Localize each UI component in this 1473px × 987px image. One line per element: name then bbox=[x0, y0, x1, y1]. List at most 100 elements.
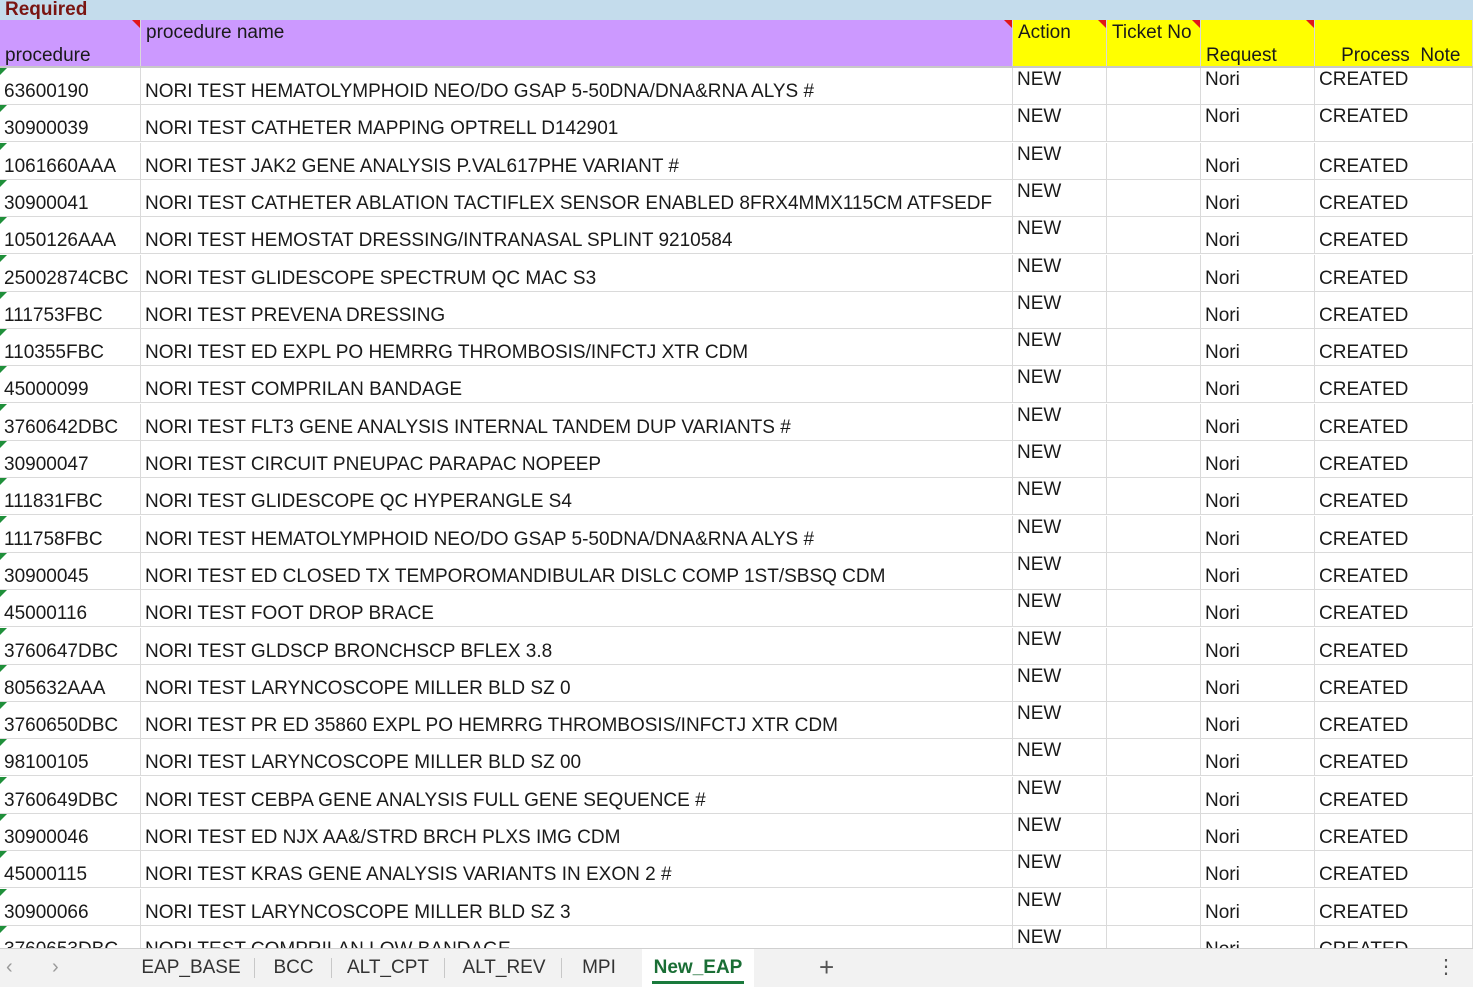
more-options-icon[interactable]: ⋮ bbox=[1436, 957, 1456, 977]
chevron-right-icon[interactable]: › bbox=[52, 957, 59, 977]
cell-name[interactable]: NORI TEST HEMATOLYMPHOID NEO/DO GSAP 5-5… bbox=[141, 516, 1013, 553]
cell-name[interactable]: NORI TEST KRAS GENE ANALYSIS VARIANTS IN… bbox=[141, 851, 1013, 888]
cell-id[interactable]: 30900066 bbox=[0, 889, 141, 926]
header-action[interactable]: Action bbox=[1013, 20, 1107, 67]
tab-eap-base[interactable]: EAP_BASE bbox=[128, 949, 254, 987]
cell-note[interactable]: CREATED bbox=[1315, 217, 1473, 254]
cell-action[interactable]: NEW bbox=[1013, 404, 1107, 441]
tab-new-eap[interactable]: New_EAP bbox=[642, 949, 754, 987]
cell-note[interactable]: CREATED bbox=[1315, 366, 1473, 403]
cell-user[interactable]: Nori bbox=[1201, 739, 1315, 776]
cell-id[interactable]: 1050126AAA bbox=[0, 217, 141, 254]
cell-id[interactable]: 63600190 bbox=[0, 68, 141, 105]
cell-action[interactable]: NEW bbox=[1013, 366, 1107, 403]
header-procedure-master[interactable]: procedure master # bbox=[0, 20, 141, 67]
cell-name[interactable]: NORI TEST HEMOSTAT DRESSING/INTRANASAL S… bbox=[141, 217, 1013, 254]
spreadsheet-grid[interactable]: Required procedure master # procedure na… bbox=[0, 0, 1473, 948]
cell-name[interactable]: NORI TEST COMPRILAN BANDAGE bbox=[141, 366, 1013, 403]
cell-note[interactable]: CREATED bbox=[1315, 292, 1473, 329]
cell-action[interactable]: NEW bbox=[1013, 814, 1107, 851]
cell-id[interactable]: 111758FBC bbox=[0, 516, 141, 553]
cell-note[interactable]: CREATED bbox=[1315, 553, 1473, 590]
cell-user[interactable]: Nori bbox=[1201, 329, 1315, 366]
cell-name[interactable]: NORI TEST CATHETER ABLATION TACTIFLEX SE… bbox=[141, 180, 1013, 217]
cell-name[interactable]: NORI TEST LARYNCOSCOPE MILLER BLD SZ 0 bbox=[141, 665, 1013, 702]
tab-bcc[interactable]: BCC bbox=[256, 949, 331, 987]
cell-ticket[interactable] bbox=[1107, 366, 1201, 403]
cell-note[interactable]: CREATED bbox=[1315, 739, 1473, 776]
cell-user[interactable]: Nori bbox=[1201, 628, 1315, 665]
cell-id[interactable]: 30900047 bbox=[0, 441, 141, 478]
cell-id[interactable]: 30900046 bbox=[0, 814, 141, 851]
cell-ticket[interactable] bbox=[1107, 777, 1201, 814]
cell-id[interactable]: 1061660AAA bbox=[0, 143, 141, 180]
cell-name[interactable]: NORI TEST LARYNCOSCOPE MILLER BLD SZ 00 bbox=[141, 739, 1013, 776]
cell-ticket[interactable] bbox=[1107, 516, 1201, 553]
cell-note[interactable]: CREATED bbox=[1315, 590, 1473, 627]
tab-alt-cpt[interactable]: ALT_CPT bbox=[332, 949, 444, 987]
cell-action[interactable]: NEW bbox=[1013, 628, 1107, 665]
cell-id[interactable]: 110355FBC bbox=[0, 329, 141, 366]
cell-name[interactable]: NORI TEST COMPRILAN LOW BANDAGE bbox=[141, 926, 1013, 948]
cell-note[interactable]: CREATED bbox=[1315, 889, 1473, 926]
cell-ticket[interactable] bbox=[1107, 478, 1201, 515]
cell-name[interactable]: NORI TEST ED NJX AA&/STRD BRCH PLXS IMG … bbox=[141, 814, 1013, 851]
cell-name[interactable]: NORI TEST ED EXPL PO HEMRRG THROMBOSIS/I… bbox=[141, 329, 1013, 366]
cell-user[interactable]: Nori bbox=[1201, 68, 1315, 105]
cell-id[interactable]: 3760642DBC bbox=[0, 404, 141, 441]
cell-action[interactable]: NEW bbox=[1013, 777, 1107, 814]
cell-id[interactable]: 30900041 bbox=[0, 180, 141, 217]
cell-action[interactable]: NEW bbox=[1013, 926, 1107, 948]
header-request-user[interactable]: Request User bbox=[1201, 20, 1315, 67]
cell-id[interactable]: 30900045 bbox=[0, 553, 141, 590]
cell-ticket[interactable] bbox=[1107, 143, 1201, 180]
cell-ticket[interactable] bbox=[1107, 665, 1201, 702]
cell-ticket[interactable] bbox=[1107, 851, 1201, 888]
cell-note[interactable]: CREATED bbox=[1315, 516, 1473, 553]
cell-action[interactable]: NEW bbox=[1013, 329, 1107, 366]
cell-note[interactable]: CREATED bbox=[1315, 255, 1473, 292]
cell-note[interactable]: CREATED bbox=[1315, 329, 1473, 366]
cell-action[interactable]: NEW bbox=[1013, 478, 1107, 515]
chevron-left-icon[interactable]: ‹ bbox=[6, 957, 13, 977]
cell-note[interactable]: CREATED bbox=[1315, 105, 1473, 142]
cell-action[interactable]: NEW bbox=[1013, 217, 1107, 254]
cell-ticket[interactable] bbox=[1107, 329, 1201, 366]
cell-user[interactable]: Nori bbox=[1201, 441, 1315, 478]
cell-name[interactable]: NORI TEST PR ED 35860 EXPL PO HEMRRG THR… bbox=[141, 702, 1013, 739]
cell-name[interactable]: NORI TEST ED CLOSED TX TEMPOROMANDIBULAR… bbox=[141, 553, 1013, 590]
cell-note[interactable]: CREATED bbox=[1315, 180, 1473, 217]
cell-note[interactable]: CREATED bbox=[1315, 68, 1473, 105]
cell-ticket[interactable] bbox=[1107, 553, 1201, 590]
cell-ticket[interactable] bbox=[1107, 441, 1201, 478]
cell-user[interactable]: Nori bbox=[1201, 590, 1315, 627]
cell-name[interactable]: NORI TEST GLDSCP BRONCHSCP BFLEX 3.8 bbox=[141, 628, 1013, 665]
cell-action[interactable]: NEW bbox=[1013, 180, 1107, 217]
cell-id[interactable]: 111831FBC bbox=[0, 478, 141, 515]
cell-note[interactable]: CREATED bbox=[1315, 478, 1473, 515]
cell-name[interactable]: NORI TEST FLT3 GENE ANALYSIS INTERNAL TA… bbox=[141, 404, 1013, 441]
header-process-note[interactable]: Process Note bbox=[1315, 20, 1473, 67]
cell-action[interactable]: NEW bbox=[1013, 702, 1107, 739]
cell-id[interactable]: 45000115 bbox=[0, 851, 141, 888]
cell-action[interactable]: NEW bbox=[1013, 590, 1107, 627]
cell-id[interactable]: 3760647DBC bbox=[0, 628, 141, 665]
cell-name[interactable]: NORI TEST HEMATOLYMPHOID NEO/DO GSAP 5-5… bbox=[141, 68, 1013, 105]
cell-name[interactable]: NORI TEST GLIDESCOPE QC HYPERANGLE S4 bbox=[141, 478, 1013, 515]
cell-ticket[interactable] bbox=[1107, 255, 1201, 292]
cell-action[interactable]: NEW bbox=[1013, 889, 1107, 926]
cell-user[interactable]: Nori bbox=[1201, 180, 1315, 217]
cell-ticket[interactable] bbox=[1107, 180, 1201, 217]
cell-user[interactable]: Nori bbox=[1201, 143, 1315, 180]
cell-user[interactable]: Nori bbox=[1201, 217, 1315, 254]
cell-note[interactable]: CREATED bbox=[1315, 628, 1473, 665]
cell-user[interactable]: Nori bbox=[1201, 404, 1315, 441]
cell-ticket[interactable] bbox=[1107, 889, 1201, 926]
cell-note[interactable]: CREATED bbox=[1315, 926, 1473, 948]
cell-user[interactable]: Nori bbox=[1201, 889, 1315, 926]
cell-user[interactable]: Nori bbox=[1201, 516, 1315, 553]
cell-ticket[interactable] bbox=[1107, 702, 1201, 739]
cell-action[interactable]: NEW bbox=[1013, 105, 1107, 142]
cell-id[interactable]: 3760649DBC bbox=[0, 777, 141, 814]
cell-action[interactable]: NEW bbox=[1013, 441, 1107, 478]
